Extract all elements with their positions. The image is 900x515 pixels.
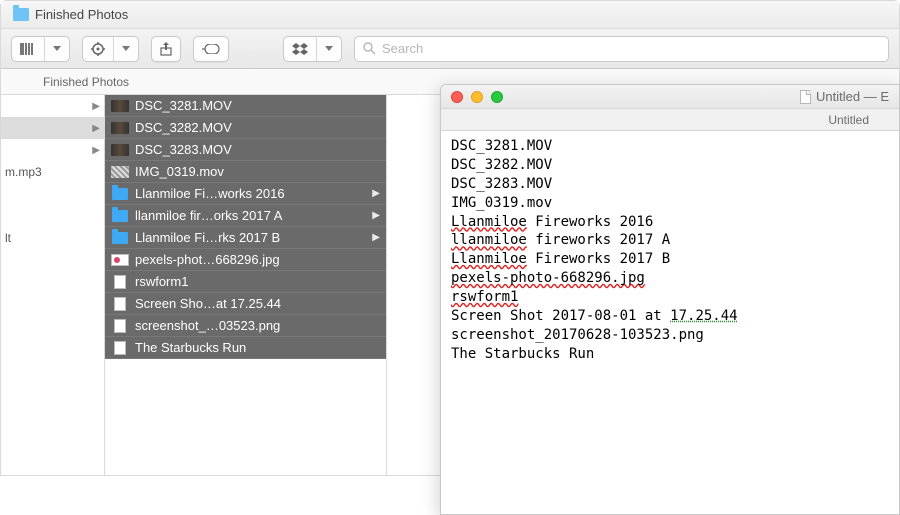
finder-titlebar[interactable]: Finished Photos	[1, 1, 899, 29]
parent-list-item[interactable]: ▶	[1, 117, 104, 139]
text-line[interactable]: DSC_3281.MOV	[451, 137, 889, 156]
chevron-right-icon: ▶	[372, 188, 380, 199]
zoom-button[interactable]	[491, 91, 503, 103]
parent-list-item[interactable]: m.mp3	[1, 161, 104, 183]
document-icon	[111, 341, 129, 355]
window-title: Finished Photos	[35, 7, 128, 22]
dropbox-icon[interactable]	[284, 37, 317, 61]
movie-icon	[111, 99, 129, 113]
chevron-right-icon: ▶	[92, 123, 100, 134]
search-field[interactable]	[354, 36, 889, 62]
file-row[interactable]: llanmiloe fir…orks 2017 A ▶	[105, 205, 386, 227]
file-name: DSC_3282.MOV	[135, 120, 380, 135]
file-row[interactable]: DSC_3283.MOV	[105, 139, 386, 161]
chevron-right-icon: ▶	[92, 101, 100, 112]
file-row[interactable]: rswform1	[105, 271, 386, 293]
text-line[interactable]: The Starbucks Run	[451, 345, 889, 364]
chevron-right-icon: ▶	[372, 232, 380, 243]
share-button[interactable]	[151, 36, 181, 62]
file-name: The Starbucks Run	[135, 340, 380, 355]
text-line[interactable]: pexels-photo-668296.jpg	[451, 269, 889, 288]
file-row[interactable]: DSC_3282.MOV	[105, 117, 386, 139]
file-row[interactable]: DSC_3281.MOV	[105, 95, 386, 117]
textedit-window: Untitled — E Untitled DSC_3281.MOVDSC_32…	[440, 84, 900, 515]
text-line[interactable]: IMG_0319.mov	[451, 194, 889, 213]
textedit-title: Untitled — E	[800, 89, 889, 104]
parent-item-label: m.mp3	[5, 165, 100, 179]
file-name: llanmiloe fir…orks 2017 A	[135, 208, 366, 223]
file-row[interactable]: screenshot_…03523.png	[105, 315, 386, 337]
view-mode-segment[interactable]	[11, 36, 70, 62]
textedit-content[interactable]: DSC_3281.MOVDSC_3282.MOVDSC_3283.MOVIMG_…	[441, 131, 899, 370]
parent-list-item[interactable]: ▶	[1, 95, 104, 117]
view-columns-icon[interactable]	[12, 37, 45, 61]
chevron-right-icon: ▶	[92, 145, 100, 156]
chevron-down-icon[interactable]	[114, 37, 138, 61]
minimize-button[interactable]	[471, 91, 483, 103]
chevron-down-icon[interactable]	[317, 37, 341, 61]
file-name: Llanmiloe Fi…rks 2017 B	[135, 230, 366, 245]
parent-item-label: lt	[5, 231, 100, 245]
file-row[interactable]: The Starbucks Run	[105, 337, 386, 359]
file-row[interactable]: Llanmiloe Fi…rks 2017 B ▶	[105, 227, 386, 249]
textedit-tabbar[interactable]: Untitled	[441, 109, 899, 131]
finder-toolbar	[1, 29, 899, 69]
movie-icon	[111, 165, 129, 179]
parent-list-item[interactable]	[1, 205, 104, 227]
file-row[interactable]: Llanmiloe Fi…works 2016 ▶	[105, 183, 386, 205]
folder-icon	[13, 8, 29, 21]
file-row[interactable]: Screen Sho…at 17.25.44	[105, 293, 386, 315]
search-icon	[363, 42, 376, 55]
file-name: Screen Sho…at 17.25.44	[135, 296, 380, 311]
file-name: screenshot_…03523.png	[135, 318, 380, 333]
gear-icon[interactable]	[83, 37, 114, 61]
image-icon	[111, 253, 129, 267]
path-text: Finished Photos	[43, 75, 129, 89]
text-line[interactable]: rswform1	[451, 288, 889, 307]
text-line[interactable]: Llanmiloe Fireworks 2016	[451, 213, 889, 232]
text-line[interactable]: llanmiloe fireworks 2017 A	[451, 231, 889, 250]
tag-icon	[202, 44, 220, 54]
text-line[interactable]: screenshot_20170628-103523.png	[451, 326, 889, 345]
file-name: DSC_3283.MOV	[135, 142, 380, 157]
folder-icon	[111, 209, 129, 223]
search-input[interactable]	[382, 41, 880, 56]
parent-list-item[interactable]	[1, 183, 104, 205]
text-line[interactable]: DSC_3283.MOV	[451, 175, 889, 194]
text-line[interactable]: DSC_3282.MOV	[451, 156, 889, 175]
parent-list-item[interactable]: lt	[1, 227, 104, 249]
document-icon	[800, 90, 811, 104]
movie-icon	[111, 121, 129, 135]
text-line[interactable]: Llanmiloe Fireworks 2017 B	[451, 250, 889, 269]
text-line[interactable]: Screen Shot 2017-08-01 at 17.25.44	[451, 307, 889, 326]
file-name: Llanmiloe Fi…works 2016	[135, 186, 366, 201]
column-files[interactable]: DSC_3281.MOV DSC_3282.MOV DSC_3283.MOV IMG_…	[105, 95, 387, 475]
share-icon	[160, 42, 172, 56]
file-row[interactable]: pexels-phot…668296.jpg	[105, 249, 386, 271]
movie-icon	[111, 143, 129, 157]
folder-icon	[111, 187, 129, 201]
close-button[interactable]	[451, 91, 463, 103]
textedit-title-text: Untitled — E	[816, 89, 889, 104]
document-icon	[111, 319, 129, 333]
file-name: IMG_0319.mov	[135, 164, 380, 179]
textedit-tab[interactable]: Untitled	[828, 113, 869, 127]
parent-list-item[interactable]: ▶	[1, 139, 104, 161]
file-name: rswform1	[135, 274, 380, 289]
document-icon	[111, 275, 129, 289]
chevron-down-icon[interactable]	[45, 37, 69, 61]
chevron-right-icon: ▶	[372, 210, 380, 221]
textedit-titlebar[interactable]: Untitled — E	[441, 85, 899, 109]
document-icon	[111, 297, 129, 311]
file-name: pexels-phot…668296.jpg	[135, 252, 380, 267]
dropbox-menu[interactable]	[283, 36, 342, 62]
file-row[interactable]: IMG_0319.mov	[105, 161, 386, 183]
column-parent[interactable]: ▶ ▶ ▶ m.mp3 lt	[1, 95, 105, 475]
tags-button[interactable]	[193, 36, 229, 62]
action-menu[interactable]	[82, 36, 139, 62]
traffic-lights	[451, 91, 503, 103]
file-name: DSC_3281.MOV	[135, 98, 380, 113]
folder-icon	[111, 231, 129, 245]
